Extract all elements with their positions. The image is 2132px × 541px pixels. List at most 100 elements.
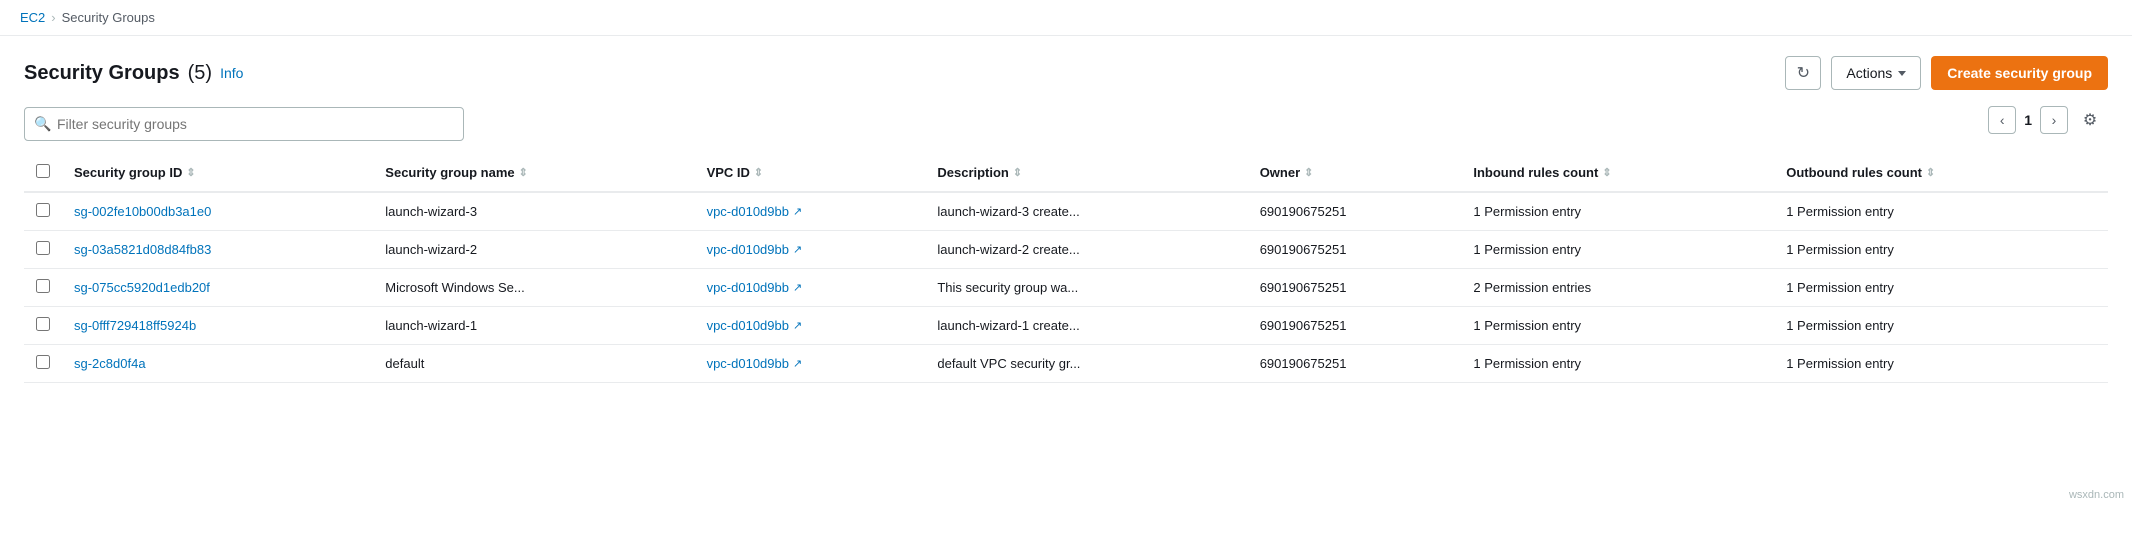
vpc-id-link-3[interactable]: vpc-d010d9bb ↗ xyxy=(707,318,914,333)
row-owner-2: 690190675251 xyxy=(1248,269,1462,307)
row-inbound-1: 1 Permission entry xyxy=(1461,231,1774,269)
row-description-1: launch-wizard-2 create... xyxy=(925,231,1247,269)
page-container: Security Groups (5) Info ↻ Actions Creat… xyxy=(0,36,2132,541)
row-inbound-3: 1 Permission entry xyxy=(1461,307,1774,345)
row-sg-id-2: sg-075cc5920d1edb20f xyxy=(62,269,373,307)
row-checkbox-cell-2[interactable] xyxy=(24,269,62,307)
table-row: sg-002fe10b00db3a1e0 launch-wizard-3 vpc… xyxy=(24,192,2108,231)
row-sg-name-0: launch-wizard-3 xyxy=(373,192,694,231)
row-checkbox-cell-0[interactable] xyxy=(24,192,62,231)
breadcrumb-separator: › xyxy=(51,10,55,25)
external-link-icon-1: ↗ xyxy=(793,243,802,256)
col-header-sg-id[interactable]: Security group ID ⇕ xyxy=(62,154,373,192)
chevron-down-icon xyxy=(1898,71,1906,76)
col-header-inbound[interactable]: Inbound rules count ⇕ xyxy=(1461,154,1774,192)
row-outbound-0: 1 Permission entry xyxy=(1774,192,2108,231)
col-label-outbound: Outbound rules count xyxy=(1786,165,1922,180)
row-checkbox-4[interactable] xyxy=(36,355,50,369)
search-input[interactable] xyxy=(24,107,464,141)
row-description-2: This security group wa... xyxy=(925,269,1247,307)
refresh-icon: ↻ xyxy=(1797,63,1810,83)
sort-icon-vpc-id: ⇕ xyxy=(754,166,763,179)
row-checkbox-1[interactable] xyxy=(36,241,50,255)
sg-id-link-4[interactable]: sg-2c8d0f4a xyxy=(74,356,146,371)
table-row: sg-075cc5920d1edb20f Microsoft Windows S… xyxy=(24,269,2108,307)
col-header-sg-name[interactable]: Security group name ⇕ xyxy=(373,154,694,192)
sg-id-link-1[interactable]: sg-03a5821d08d84fb83 xyxy=(74,242,211,257)
row-description-4: default VPC security gr... xyxy=(925,345,1247,383)
row-sg-name-3: launch-wizard-1 xyxy=(373,307,694,345)
row-owner-1: 690190675251 xyxy=(1248,231,1462,269)
vpc-id-link-2[interactable]: vpc-d010d9bb ↗ xyxy=(707,280,914,295)
row-vpc-id-4: vpc-d010d9bb ↗ xyxy=(695,345,926,383)
col-label-description: Description xyxy=(937,165,1009,180)
current-page: 1 xyxy=(2024,112,2032,128)
table-settings-button[interactable]: ⚙ xyxy=(2076,106,2104,134)
actions-button[interactable]: Actions xyxy=(1831,56,1921,90)
row-sg-id-4: sg-2c8d0f4a xyxy=(62,345,373,383)
col-header-description[interactable]: Description ⇕ xyxy=(925,154,1247,192)
table-row: sg-2c8d0f4a default vpc-d010d9bb ↗ defau… xyxy=(24,345,2108,383)
table-row: sg-03a5821d08d84fb83 launch-wizard-2 vpc… xyxy=(24,231,2108,269)
row-sg-id-1: sg-03a5821d08d84fb83 xyxy=(62,231,373,269)
page-count: (5) xyxy=(188,62,212,85)
row-outbound-2: 1 Permission entry xyxy=(1774,269,2108,307)
select-all-checkbox[interactable] xyxy=(36,164,50,178)
vpc-id-link-1[interactable]: vpc-d010d9bb ↗ xyxy=(707,242,914,257)
security-groups-table: Security group ID ⇕ Security group name … xyxy=(24,154,2108,383)
row-checkbox-2[interactable] xyxy=(36,279,50,293)
info-link[interactable]: Info xyxy=(220,65,243,81)
sort-icon-sg-id: ⇕ xyxy=(186,166,195,179)
row-description-3: launch-wizard-1 create... xyxy=(925,307,1247,345)
row-sg-name-1: launch-wizard-2 xyxy=(373,231,694,269)
external-link-icon-4: ↗ xyxy=(793,357,802,370)
actions-label: Actions xyxy=(1846,65,1892,81)
sort-icon-inbound: ⇕ xyxy=(1602,166,1611,179)
col-header-outbound[interactable]: Outbound rules count ⇕ xyxy=(1774,154,2108,192)
page-title-area: Security Groups (5) Info xyxy=(24,62,243,85)
sg-id-link-0[interactable]: sg-002fe10b00db3a1e0 xyxy=(74,204,211,219)
prev-page-button[interactable]: ‹ xyxy=(1988,106,2016,134)
create-security-group-button[interactable]: Create security group xyxy=(1931,56,2108,90)
search-icon: 🔍 xyxy=(34,116,51,133)
breadcrumb: EC2 › Security Groups xyxy=(0,0,2132,36)
watermark: wsxdn.com xyxy=(2069,489,2124,501)
sort-icon-sg-name: ⇕ xyxy=(519,166,528,179)
external-link-icon-0: ↗ xyxy=(793,205,802,218)
row-owner-4: 690190675251 xyxy=(1248,345,1462,383)
row-sg-id-0: sg-002fe10b00db3a1e0 xyxy=(62,192,373,231)
row-checkbox-cell-1[interactable] xyxy=(24,231,62,269)
row-checkbox-cell-3[interactable] xyxy=(24,307,62,345)
sort-icon-outbound: ⇕ xyxy=(1926,166,1935,179)
sg-id-link-3[interactable]: sg-0fff729418ff5924b xyxy=(74,318,196,333)
vpc-id-link-0[interactable]: vpc-d010d9bb ↗ xyxy=(707,204,914,219)
col-header-owner[interactable]: Owner ⇕ xyxy=(1248,154,1462,192)
vpc-id-link-4[interactable]: vpc-d010d9bb ↗ xyxy=(707,356,914,371)
sort-icon-description: ⇕ xyxy=(1013,166,1022,179)
table-row: sg-0fff729418ff5924b launch-wizard-1 vpc… xyxy=(24,307,2108,345)
row-checkbox-0[interactable] xyxy=(36,203,50,217)
breadcrumb-ec2-link[interactable]: EC2 xyxy=(20,10,45,25)
refresh-button[interactable]: ↻ xyxy=(1785,56,1821,90)
row-owner-0: 690190675251 xyxy=(1248,192,1462,231)
page-title: Security Groups xyxy=(24,62,180,85)
external-link-icon-3: ↗ xyxy=(793,319,802,332)
sg-id-link-2[interactable]: sg-075cc5920d1edb20f xyxy=(74,280,210,295)
select-all-cell[interactable] xyxy=(24,154,62,192)
row-checkbox-cell-4[interactable] xyxy=(24,345,62,383)
row-vpc-id-1: vpc-d010d9bb ↗ xyxy=(695,231,926,269)
row-inbound-4: 1 Permission entry xyxy=(1461,345,1774,383)
breadcrumb-current: Security Groups xyxy=(62,10,155,25)
col-label-sg-name: Security group name xyxy=(385,165,514,180)
table-header-row: Security group ID ⇕ Security group name … xyxy=(24,154,2108,192)
col-header-vpc-id[interactable]: VPC ID ⇕ xyxy=(695,154,926,192)
row-sg-name-2: Microsoft Windows Se... xyxy=(373,269,694,307)
row-description-0: launch-wizard-3 create... xyxy=(925,192,1247,231)
col-label-inbound: Inbound rules count xyxy=(1473,165,1598,180)
row-owner-3: 690190675251 xyxy=(1248,307,1462,345)
row-outbound-3: 1 Permission entry xyxy=(1774,307,2108,345)
row-inbound-0: 1 Permission entry xyxy=(1461,192,1774,231)
row-outbound-1: 1 Permission entry xyxy=(1774,231,2108,269)
row-checkbox-3[interactable] xyxy=(36,317,50,331)
next-page-button[interactable]: › xyxy=(2040,106,2068,134)
